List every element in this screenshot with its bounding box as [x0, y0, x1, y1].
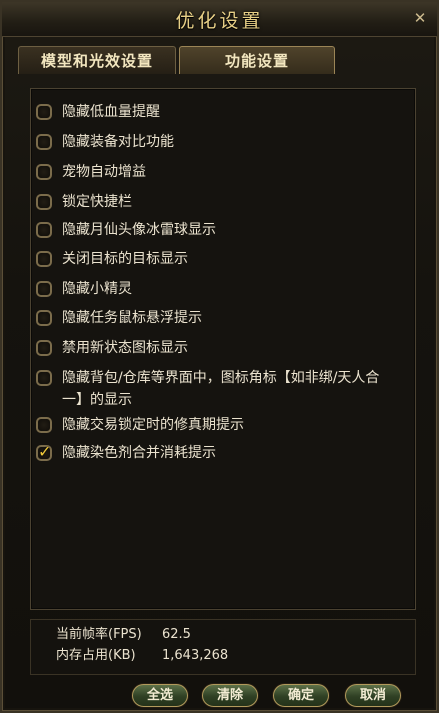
option-label: 关闭目标的目标显示: [62, 251, 188, 267]
memory-readout: 内存占用(KB) 1,643,268: [56, 647, 228, 665]
performance-stats: 当前帧率(FPS) 62.5 内存占用(KB) 1,643,268: [30, 619, 416, 675]
memory-value: 1,643,268: [162, 648, 229, 663]
option-label: 隐藏任务鼠标悬浮提示: [62, 310, 202, 326]
option-label: 隐藏装备对比功能: [62, 134, 174, 150]
option-label: 隐藏月仙头像冰雷球显示: [62, 222, 216, 238]
confirm-button[interactable]: 确定: [273, 684, 329, 707]
option-label: 隐藏染色剂合并消耗提示: [62, 445, 216, 461]
checkbox[interactable]: [36, 134, 52, 150]
checkbox[interactable]: [36, 164, 52, 180]
checkbox[interactable]: [36, 281, 52, 297]
tab-function-settings[interactable]: 功能设置: [179, 46, 335, 74]
checkbox[interactable]: [36, 251, 52, 267]
title-bar[interactable]: 优化设置 ✕: [2, 2, 437, 37]
checkbox[interactable]: [36, 222, 52, 238]
select-all-button[interactable]: 全选: [132, 684, 188, 707]
close-button[interactable]: ✕: [411, 9, 429, 27]
checkbox[interactable]: [36, 340, 52, 356]
cancel-button[interactable]: 取消: [345, 684, 401, 707]
checkbox[interactable]: [36, 194, 52, 210]
fps-readout: 当前帧率(FPS) 62.5: [56, 626, 191, 644]
checkbox[interactable]: [36, 370, 52, 386]
action-buttons: 全选 清除 确定 取消: [2, 684, 437, 708]
option-label: 隐藏背包/仓库等界面中，图标角标【如非绑/天人合一】的显示: [62, 370, 380, 408]
checkbox[interactable]: [36, 417, 52, 433]
window-title: 优化设置: [175, 10, 264, 32]
checkbox[interactable]: [36, 104, 52, 120]
checkbox[interactable]: ✓: [36, 442, 52, 461]
option-label: 宠物自动增益: [62, 164, 146, 180]
optimization-settings-window: 优化设置 ✕ 模型和光效设置 功能设置 隐藏低血量提醒 隐藏装备对比功能 宠物自…: [0, 0, 439, 713]
tab-model-effects[interactable]: 模型和光效设置: [18, 46, 176, 74]
clear-button[interactable]: 清除: [202, 684, 258, 707]
option-label: 锁定快捷栏: [62, 194, 132, 210]
option-label: 禁用新状态图标显示: [62, 340, 188, 356]
close-icon: ✕: [413, 9, 427, 27]
check-icon: ✓: [38, 442, 52, 461]
option-label: 隐藏低血量提醒: [62, 104, 160, 120]
checkbox[interactable]: [36, 310, 52, 326]
fps-label: 当前帧率(FPS): [56, 627, 142, 642]
fps-value: 62.5: [162, 627, 191, 642]
memory-label: 内存占用(KB): [56, 648, 136, 663]
option-label: 隐藏交易锁定时的修真期提示: [62, 417, 244, 433]
option-label: 隐藏小精灵: [62, 281, 132, 297]
